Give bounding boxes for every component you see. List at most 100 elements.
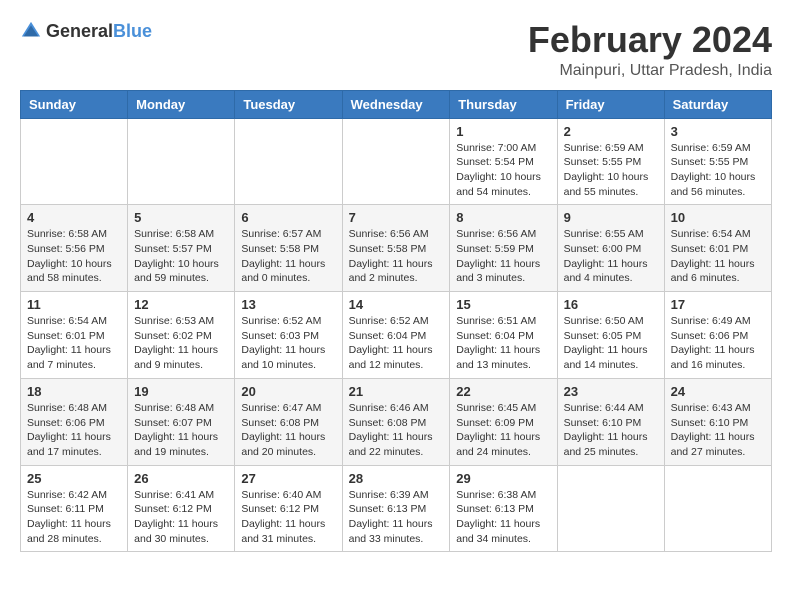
day-info: Sunrise: 6:59 AM Sunset: 5:55 PM Dayligh… (564, 141, 658, 200)
logo: GeneralBlue (20, 20, 152, 42)
calendar-cell (21, 118, 128, 205)
title-section: February 2024 Mainpuri, Uttar Pradesh, I… (528, 20, 772, 80)
day-info: Sunrise: 6:57 AM Sunset: 5:58 PM Dayligh… (241, 227, 335, 286)
day-number: 23 (564, 384, 658, 399)
day-info: Sunrise: 6:54 AM Sunset: 6:01 PM Dayligh… (27, 314, 121, 373)
calendar-cell: 15Sunrise: 6:51 AM Sunset: 6:04 PM Dayli… (450, 292, 557, 379)
day-number: 26 (134, 471, 228, 486)
week-row-4: 18 Sunrise: 6:48 AM Sunset: 6:06 PM Dayli… (21, 378, 772, 465)
calendar-cell: 14 Sunrise: 6:52 AM Sunset: 6:04 PM Dayli… (342, 292, 450, 379)
day-info: Sunrise: 6:56 AM Sunset: 5:58 PM Dayligh… (349, 227, 444, 286)
day-number: 10 (671, 210, 765, 225)
day-number: 28 (349, 471, 444, 486)
calendar-cell: 1 Sunrise: 7:00 AM Sunset: 5:54 PM Daylig… (450, 118, 557, 205)
calendar-cell: 19 Sunrise: 6:48 AM Sunset: 6:07 PM Dayli… (128, 378, 235, 465)
day-number: 8 (456, 210, 550, 225)
calendar-cell: 17 Sunrise: 6:49 AM Sunset: 6:06 PM Dayli… (664, 292, 771, 379)
calendar-cell (128, 118, 235, 205)
day-number: 11 (27, 297, 121, 312)
day-info: Sunrise: 6:58 AM Sunset: 5:56 PM Dayligh… (27, 227, 121, 286)
calendar-subtitle: Mainpuri, Uttar Pradesh, India (528, 62, 772, 80)
day-number: 24 (671, 384, 765, 399)
day-number: 15 (456, 297, 550, 312)
week-row-2: 4 Sunrise: 6:58 AM Sunset: 5:56 PM Daylig… (21, 205, 772, 292)
day-info: Sunrise: 6:46 AM Sunset: 6:08 PM Dayligh… (349, 401, 444, 460)
header-thursday: Thursday (450, 90, 557, 118)
day-info: Sunrise: 6:48 AM Sunset: 6:06 PM Dayligh… (27, 401, 121, 460)
calendar-cell: 21 Sunrise: 6:46 AM Sunset: 6:08 PM Dayli… (342, 378, 450, 465)
day-info: Sunrise: 6:41 AM Sunset: 6:12 PM Dayligh… (134, 488, 228, 547)
day-info: Sunrise: 6:38 AM Sunset: 6:13 PM Dayligh… (456, 488, 550, 547)
header-sunday: Sunday (21, 90, 128, 118)
calendar-cell: 29Sunrise: 6:38 AM Sunset: 6:13 PM Dayli… (450, 465, 557, 552)
calendar-cell (342, 118, 450, 205)
calendar-cell: 28 Sunrise: 6:39 AM Sunset: 6:13 PM Dayli… (342, 465, 450, 552)
day-info: Sunrise: 6:55 AM Sunset: 6:00 PM Dayligh… (564, 227, 658, 286)
day-number: 20 (241, 384, 335, 399)
day-number: 18 (27, 384, 121, 399)
week-row-3: 11 Sunrise: 6:54 AM Sunset: 6:01 PM Dayli… (21, 292, 772, 379)
week-row-5: 25 Sunrise: 6:42 AM Sunset: 6:11 PM Dayli… (21, 465, 772, 552)
day-info: Sunrise: 6:50 AM Sunset: 6:05 PM Dayligh… (564, 314, 658, 373)
day-number: 25 (27, 471, 121, 486)
page-header: GeneralBlue February 2024 Mainpuri, Utta… (20, 20, 772, 80)
day-number: 12 (134, 297, 228, 312)
day-info: Sunrise: 6:58 AM Sunset: 5:57 PM Dayligh… (134, 227, 228, 286)
day-info: Sunrise: 6:39 AM Sunset: 6:13 PM Dayligh… (349, 488, 444, 547)
calendar-title: February 2024 (528, 20, 772, 60)
calendar-cell: 11 Sunrise: 6:54 AM Sunset: 6:01 PM Dayli… (21, 292, 128, 379)
day-number: 9 (564, 210, 658, 225)
day-info: Sunrise: 6:54 AM Sunset: 6:01 PM Dayligh… (671, 227, 765, 286)
day-number: 5 (134, 210, 228, 225)
calendar-cell: 10 Sunrise: 6:54 AM Sunset: 6:01 PM Dayli… (664, 205, 771, 292)
day-info: Sunrise: 6:48 AM Sunset: 6:07 PM Dayligh… (134, 401, 228, 460)
day-info: Sunrise: 6:52 AM Sunset: 6:04 PM Dayligh… (349, 314, 444, 373)
day-number: 4 (27, 210, 121, 225)
day-info: Sunrise: 6:52 AM Sunset: 6:03 PM Dayligh… (241, 314, 335, 373)
calendar-cell: 6 Sunrise: 6:57 AM Sunset: 5:58 PM Daylig… (235, 205, 342, 292)
day-number: 27 (241, 471, 335, 486)
calendar-cell: 8 Sunrise: 6:56 AM Sunset: 5:59 PM Daylig… (450, 205, 557, 292)
calendar-header-row: SundayMondayTuesdayWednesdayThursdayFrid… (21, 90, 772, 118)
calendar-cell: 5 Sunrise: 6:58 AM Sunset: 5:57 PM Daylig… (128, 205, 235, 292)
calendar-cell: 27 Sunrise: 6:40 AM Sunset: 6:12 PM Dayli… (235, 465, 342, 552)
day-info: Sunrise: 6:56 AM Sunset: 5:59 PM Dayligh… (456, 227, 550, 286)
calendar-cell: 26 Sunrise: 6:41 AM Sunset: 6:12 PM Dayli… (128, 465, 235, 552)
day-info: Sunrise: 6:49 AM Sunset: 6:06 PM Dayligh… (671, 314, 765, 373)
day-number: 2 (564, 124, 658, 139)
header-monday: Monday (128, 90, 235, 118)
day-info: Sunrise: 6:40 AM Sunset: 6:12 PM Dayligh… (241, 488, 335, 547)
day-number: 14 (349, 297, 444, 312)
calendar-cell: 18 Sunrise: 6:48 AM Sunset: 6:06 PM Dayli… (21, 378, 128, 465)
calendar-cell: 22 Sunrise: 6:45 AM Sunset: 6:09 PM Dayli… (450, 378, 557, 465)
day-number: 1 (456, 124, 550, 139)
calendar-cell: 24 Sunrise: 6:43 AM Sunset: 6:10 PM Dayli… (664, 378, 771, 465)
day-info: Sunrise: 6:42 AM Sunset: 6:11 PM Dayligh… (27, 488, 121, 547)
logo-icon (20, 20, 42, 42)
logo-text-general: General (46, 21, 113, 41)
calendar-cell (664, 465, 771, 552)
calendar-cell: 2 Sunrise: 6:59 AM Sunset: 5:55 PM Daylig… (557, 118, 664, 205)
day-info: Sunrise: 6:43 AM Sunset: 6:10 PM Dayligh… (671, 401, 765, 460)
day-info: Sunrise: 6:53 AM Sunset: 6:02 PM Dayligh… (134, 314, 228, 373)
day-number: 22 (456, 384, 550, 399)
day-info: Sunrise: 6:47 AM Sunset: 6:08 PM Dayligh… (241, 401, 335, 460)
calendar-cell (235, 118, 342, 205)
day-number: 6 (241, 210, 335, 225)
calendar-cell: 9 Sunrise: 6:55 AM Sunset: 6:00 PM Daylig… (557, 205, 664, 292)
calendar-cell: 20 Sunrise: 6:47 AM Sunset: 6:08 PM Dayli… (235, 378, 342, 465)
day-number: 13 (241, 297, 335, 312)
day-info: Sunrise: 7:00 AM Sunset: 5:54 PM Dayligh… (456, 141, 550, 200)
calendar-cell: 12 Sunrise: 6:53 AM Sunset: 6:02 PM Dayli… (128, 292, 235, 379)
day-info: Sunrise: 6:44 AM Sunset: 6:10 PM Dayligh… (564, 401, 658, 460)
header-friday: Friday (557, 90, 664, 118)
week-row-1: 1 Sunrise: 7:00 AM Sunset: 5:54 PM Daylig… (21, 118, 772, 205)
calendar-cell: 7Sunrise: 6:56 AM Sunset: 5:58 PM Daylig… (342, 205, 450, 292)
day-number: 21 (349, 384, 444, 399)
day-info: Sunrise: 6:45 AM Sunset: 6:09 PM Dayligh… (456, 401, 550, 460)
day-number: 19 (134, 384, 228, 399)
calendar-cell: 23 Sunrise: 6:44 AM Sunset: 6:10 PM Dayli… (557, 378, 664, 465)
day-number: 17 (671, 297, 765, 312)
calendar-cell (557, 465, 664, 552)
calendar-cell: 13 Sunrise: 6:52 AM Sunset: 6:03 PM Dayli… (235, 292, 342, 379)
